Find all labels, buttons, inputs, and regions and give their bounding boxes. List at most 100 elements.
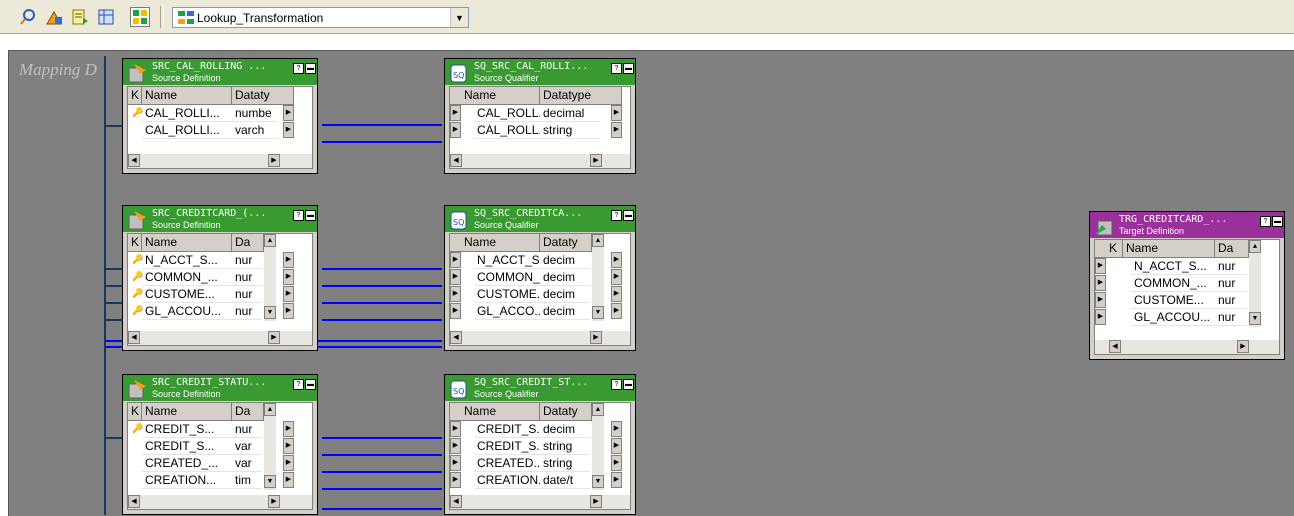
column-header-name[interactable]: Name — [142, 87, 232, 105]
port-row[interactable]: 🔑 CREDIT_S... nur ▶ — [128, 421, 304, 438]
output-port-icon[interactable]: ▶ — [611, 105, 622, 121]
vertical-scrollbar[interactable]: ▲ ▼ — [592, 403, 604, 490]
target-definition-creditcard[interactable]: TRG_CREDITCARD_... Target Definition ? ▬… — [1089, 211, 1285, 360]
find-icon[interactable] — [18, 7, 38, 27]
scroll-right-icon[interactable]: ▶ — [268, 331, 280, 344]
help-icon[interactable]: ? — [293, 379, 304, 390]
port-row[interactable]: ▶ CREATED... string ▶ — [450, 455, 632, 472]
scroll-up-icon[interactable]: ▲ — [592, 403, 604, 416]
output-port-icon[interactable]: ▶ — [611, 438, 622, 454]
output-port-icon[interactable]: ▶ — [283, 286, 294, 302]
object-header[interactable]: TRG_CREDITCARD_... Target Definition ? ▬ — [1090, 212, 1284, 238]
vertical-scrollbar[interactable]: ▲ ▼ — [264, 234, 276, 321]
scroll-right-icon[interactable]: ▶ — [590, 154, 602, 167]
port-row[interactable]: 🔑 CAL_ROLLI... numbe ▶ — [128, 105, 304, 122]
scroll-left-icon[interactable]: ◀ — [128, 495, 140, 508]
object-header[interactable]: SQ SQ_SRC_CREDIT_ST... Source Qualifier … — [445, 375, 635, 401]
column-header-name[interactable]: Name — [1123, 240, 1215, 258]
iconize-icon[interactable] — [70, 7, 90, 27]
port-row[interactable]: ▶ COMMON_... nur — [1095, 275, 1271, 292]
port-row[interactable]: CREDIT_S... var ▶ — [128, 438, 304, 455]
normal-view-icon[interactable] — [96, 7, 116, 27]
help-icon[interactable]: ? — [293, 63, 304, 74]
port-row[interactable]: ▶ CUSTOME... nur — [1095, 292, 1271, 309]
help-icon[interactable]: ? — [293, 210, 304, 221]
scroll-down-icon[interactable]: ▼ — [1249, 312, 1261, 325]
scroll-left-icon[interactable]: ◀ — [128, 154, 140, 167]
scroll-up-icon[interactable]: ▲ — [592, 234, 604, 247]
input-port-icon[interactable]: ▶ — [450, 455, 461, 471]
output-port-icon[interactable]: ▶ — [611, 252, 622, 268]
input-port-icon[interactable]: ▶ — [450, 286, 461, 302]
scroll-right-icon[interactable]: ▶ — [1237, 340, 1249, 353]
scroll-right-icon[interactable]: ▶ — [268, 495, 280, 508]
horizontal-scrollbar[interactable]: ◀ ▶ — [450, 331, 630, 345]
column-header-name[interactable]: Name — [450, 87, 540, 105]
source-definition-cal-rolling[interactable]: SRC_CAL_ROLLING ... Source Definition ? … — [122, 58, 318, 174]
scroll-down-icon[interactable]: ▼ — [592, 475, 604, 488]
input-port-icon[interactable]: ▶ — [450, 438, 461, 454]
input-port-icon[interactable]: ▶ — [450, 252, 461, 268]
minimize-icon[interactable]: ▬ — [623, 210, 634, 221]
object-header[interactable]: SQ SQ_SRC_CREDITCA... Source Qualifier ?… — [445, 206, 635, 232]
help-icon[interactable]: ? — [611, 379, 622, 390]
minimize-icon[interactable]: ▬ — [623, 379, 634, 390]
chevron-down-icon[interactable]: ▼ — [450, 8, 468, 27]
object-header[interactable]: SRC_CAL_ROLLING ... Source Definition ? … — [123, 59, 317, 85]
input-port-icon[interactable]: ▶ — [450, 269, 461, 285]
scroll-left-icon[interactable]: ◀ — [128, 331, 140, 344]
help-icon[interactable]: ? — [1260, 216, 1271, 227]
minimize-icon[interactable]: ▬ — [305, 63, 316, 74]
output-port-icon[interactable]: ▶ — [283, 421, 294, 437]
minimize-icon[interactable]: ▬ — [623, 63, 634, 74]
column-header-datatype[interactable]: Da — [232, 403, 264, 421]
output-port-icon[interactable]: ▶ — [283, 269, 294, 285]
input-port-icon[interactable]: ▶ — [450, 303, 461, 319]
output-port-icon[interactable]: ▶ — [611, 455, 622, 471]
output-port-icon[interactable]: ▶ — [283, 122, 294, 138]
scroll-up-icon[interactable]: ▲ — [264, 403, 276, 416]
output-port-icon[interactable]: ▶ — [611, 303, 622, 319]
output-port-icon[interactable]: ▶ — [611, 472, 622, 488]
output-port-icon[interactable]: ▶ — [283, 438, 294, 454]
scroll-down-icon[interactable]: ▼ — [264, 306, 276, 319]
minimize-icon[interactable]: ▬ — [305, 210, 316, 221]
column-header-key[interactable]: K — [128, 87, 142, 105]
input-port-icon[interactable]: ▶ — [1095, 258, 1106, 274]
column-header-name[interactable]: Name — [142, 234, 232, 252]
horizontal-scrollbar[interactable]: ◀ ▶ — [128, 331, 312, 345]
horizontal-scrollbar[interactable]: ◀ ▶ — [128, 495, 312, 509]
output-port-icon[interactable]: ▶ — [283, 105, 294, 121]
object-header[interactable]: SRC_CREDIT_STATU... Source Definition ? … — [123, 375, 317, 401]
port-row[interactable]: ▶ CAL_ROLL... string ▶ — [450, 122, 632, 139]
scroll-down-icon[interactable]: ▼ — [592, 306, 604, 319]
column-header-key[interactable]: K — [128, 234, 142, 252]
links-view-icon[interactable] — [130, 7, 150, 27]
output-port-icon[interactable]: ▶ — [611, 286, 622, 302]
output-port-icon[interactable]: ▶ — [611, 421, 622, 437]
output-port-icon[interactable]: ▶ — [611, 122, 622, 138]
column-header-name[interactable]: Name — [450, 403, 540, 421]
horizontal-scrollbar[interactable]: ◀ ▶ — [450, 495, 630, 509]
scroll-left-icon[interactable]: ◀ — [450, 154, 462, 167]
column-header-key[interactable]: K — [128, 403, 142, 421]
port-row[interactable]: CREATION... tim ▶ — [128, 472, 304, 489]
port-row[interactable]: ▶ CUSTOME... decim ▶ — [450, 286, 632, 303]
output-port-icon[interactable]: ▶ — [283, 455, 294, 471]
horizontal-scrollbar[interactable]: ◀ ▶ — [128, 154, 312, 168]
source-qualifier-creditcard[interactable]: SQ SQ_SRC_CREDITCA... Source Qualifier ?… — [444, 205, 636, 351]
port-row[interactable]: 🔑 GL_ACCOU... nur ▶ — [128, 303, 304, 320]
scroll-right-icon[interactable]: ▶ — [590, 495, 602, 508]
input-port-icon[interactable]: ▶ — [450, 421, 461, 437]
input-port-icon[interactable]: ▶ — [1095, 309, 1106, 325]
output-port-icon[interactable]: ▶ — [283, 303, 294, 319]
input-port-icon[interactable]: ▶ — [450, 122, 461, 138]
port-row[interactable]: ▶ N_ACCT_S... nur — [1095, 258, 1271, 275]
port-row[interactable]: ▶ CREDIT_S... string ▶ — [450, 438, 632, 455]
port-row[interactable]: ▶ GL_ACCO... decim ▶ — [450, 303, 632, 320]
port-row[interactable]: 🔑 N_ACCT_S... nur ▶ — [128, 252, 304, 269]
vertical-scrollbar[interactable]: ▲ ▼ — [1249, 240, 1261, 327]
column-header-datatype[interactable]: Dataty — [232, 87, 294, 105]
scroll-down-icon[interactable]: ▼ — [264, 475, 276, 488]
object-header[interactable]: SRC_CREDITCARD_(... Source Definition ? … — [123, 206, 317, 232]
